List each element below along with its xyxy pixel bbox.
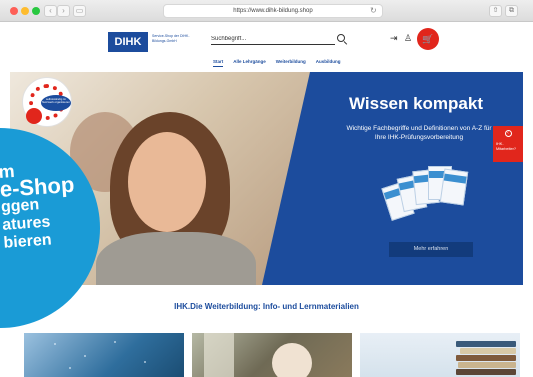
share-icon[interactable]: ⇧ (489, 5, 502, 17)
nav-item-weiterbildung[interactable]: Weiterbildung (276, 59, 306, 67)
teaser-card-digital[interactable] (24, 333, 184, 377)
forward-button[interactable]: › (57, 5, 70, 17)
search-icon[interactable] (337, 34, 345, 42)
section-title: IHK.Die Weiterbildung: Info- und Lernmat… (174, 302, 359, 311)
login-icon[interactable]: ⇥ (390, 33, 398, 44)
search-input[interactable] (211, 33, 335, 45)
zoom-window-button[interactable] (32, 7, 40, 15)
teaser-card-learning[interactable] (192, 333, 352, 377)
decor-dot (114, 341, 116, 343)
staff-side-tab[interactable]: ‹ IHK-Mitarbeiter? (493, 126, 523, 162)
minimize-window-button[interactable] (21, 7, 29, 15)
user-icon[interactable]: ♙ (404, 33, 412, 44)
brochures-image (381, 162, 476, 232)
browser-toolbar: ‹ › ▭ https://www.dihk-bildung.shop ↻ ⇧ … (0, 0, 533, 22)
close-window-button[interactable] (10, 7, 18, 15)
site-header: DIHK Service-Shop der DIHK-Bildungs-GmbH… (0, 22, 533, 72)
decor-dot (144, 361, 146, 363)
badge-red-dot-icon (26, 108, 42, 124)
sidebar-toggle-icon[interactable]: ▭ (73, 5, 86, 17)
badge-text: selbstständig im Netzwerk organisieren (41, 95, 71, 111)
logo-tagline: Service-Shop der DIHK-Bildungs-GmbH (152, 34, 190, 43)
book-shape (458, 362, 516, 368)
cart-icon[interactable]: 🛒 (417, 28, 439, 50)
chevron-left-icon: ‹ (504, 130, 512, 137)
decor-dot (69, 367, 71, 369)
book-shape (460, 348, 516, 354)
dihk-logo[interactable]: DIHK (108, 32, 148, 52)
main-navigation: Start Alle Lehrgänge Weiterbildung Ausbi… (213, 59, 340, 67)
hero-title: Wissen kompakt (349, 94, 483, 113)
side-tab-label: IHK-Mitarbeiter? (496, 142, 517, 151)
person-image (272, 343, 312, 377)
browser-window: ‹ › ▭ https://www.dihk-bildung.shop ↻ ⇧ … (0, 0, 533, 377)
address-bar[interactable]: https://www.dihk-bildung.shop (163, 4, 383, 18)
teaser-card-books[interactable] (360, 333, 520, 377)
book-shape (456, 341, 516, 347)
nav-item-start[interactable]: Start (213, 59, 224, 67)
woman-face-shape (128, 132, 206, 232)
tabs-overview-icon[interactable]: ⧉ (505, 5, 518, 17)
book-shape (456, 355, 516, 361)
network-badge: selbstständig im Netzwerk organisieren (22, 77, 72, 127)
nav-item-ausbildung[interactable]: Ausbildung (316, 59, 341, 67)
more-info-button[interactable]: Mehr erfahren (389, 242, 473, 257)
decor-dot (54, 343, 56, 345)
woman-body-shape (96, 232, 256, 285)
books-image (454, 337, 516, 377)
brochure-image (439, 168, 469, 206)
promo-text: m e-Shop ggen atures bieren (0, 156, 104, 253)
hero-text: Wichtige Fachbegriffe und Definitionen v… (346, 125, 492, 141)
reload-icon[interactable]: ↻ (370, 4, 377, 18)
decor-dot (84, 355, 86, 357)
back-button[interactable]: ‹ (44, 5, 57, 17)
window-image (204, 333, 234, 377)
book-shape (456, 369, 516, 375)
nav-item-alle-lehrgaenge[interactable]: Alle Lehrgänge (233, 59, 266, 67)
